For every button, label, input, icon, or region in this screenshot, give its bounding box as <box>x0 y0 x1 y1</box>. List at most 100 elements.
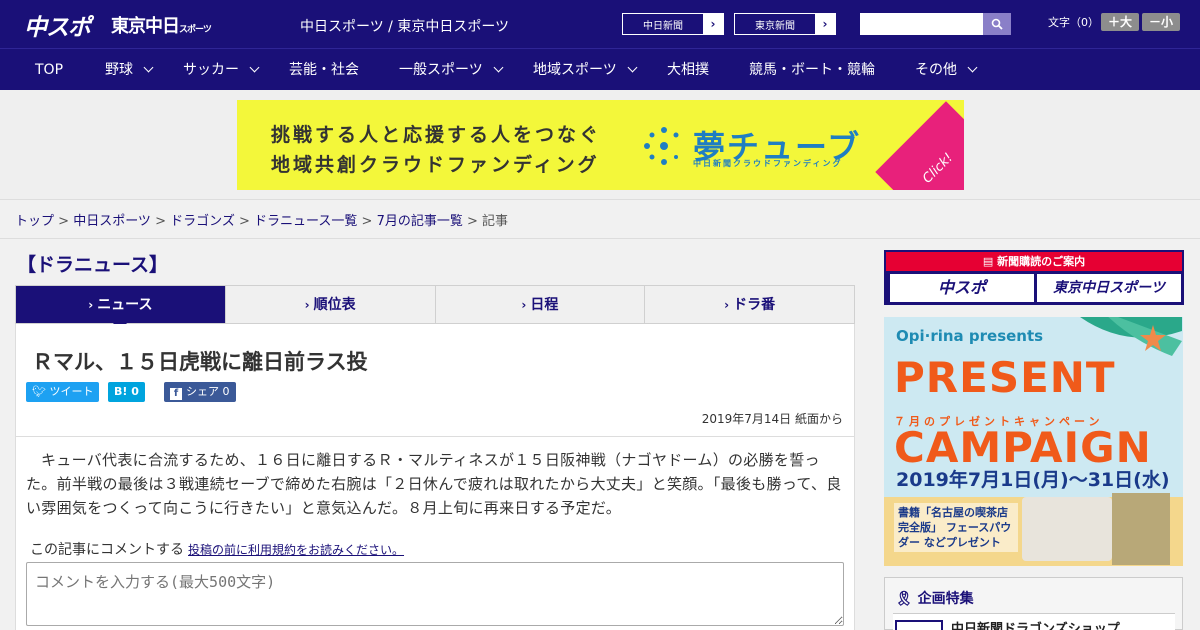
nav-label: 大相撲 <box>667 62 709 78</box>
present-campaign-ad[interactable]: Opi·rina presents PRESENT ７月のプレゼントキャンペーン… <box>884 317 1183 566</box>
tweet-button[interactable]: 🐦︎ ツイート <box>26 382 100 402</box>
chevron-right-icon: › <box>703 14 723 34</box>
tokyo-logo-small: スポーツ <box>179 25 212 35</box>
article: Ｒマル、１５日虎戦に離日前ラス投 🐦︎ ツイート B! 0 f シェア 0 201… <box>15 324 855 630</box>
special-features-box: 🎗︎ 企画特集 中日新聞ドラゴンズショップ <box>884 577 1183 630</box>
nav-other[interactable]: その他 <box>915 49 978 91</box>
chevron-down-icon <box>143 62 154 73</box>
tab-standings[interactable]: › 順位表 <box>224 286 435 323</box>
nav-label: 競馬・ボート・競輪 <box>749 62 875 78</box>
subscribe-chuspo-button[interactable]: 中スポ <box>890 274 1034 302</box>
nav-label: TOP <box>35 62 64 78</box>
article-date: 2019年7月14日 紙面から <box>701 412 843 426</box>
special-item[interactable]: 中日新聞ドラゴンズショップ <box>893 613 1175 630</box>
chevron-down-icon <box>493 62 504 73</box>
promo-gift: 書籍「名古屋の喫茶店 完全版」 フェースパウダー などプレゼント <box>894 503 1018 552</box>
special-item-label: 中日新聞ドラゴンズショップ <box>951 622 1120 630</box>
breadcrumb-top[interactable]: トップ <box>15 214 54 229</box>
paper-button-label: 東京新聞 <box>755 20 795 32</box>
subscribe-header-label: 新聞購読のご案内 <box>997 255 1086 268</box>
tab-label: 日程 <box>530 297 559 313</box>
tab-schedule[interactable]: › 日程 <box>434 286 645 323</box>
section-title: 【ドラニュース】 <box>17 254 169 276</box>
site-name[interactable]: 中日スポーツ / 東京中日スポーツ <box>300 16 509 36</box>
special-header: 🎗︎ 企画特集 <box>895 588 974 608</box>
chuspo-logo[interactable]: 中スポ <box>24 8 91 42</box>
terms-link[interactable]: 投稿の前に利用規約をお読みください。 <box>188 543 404 557</box>
tab-reporter[interactable]: › ドラ番 <box>644 286 854 323</box>
chevron-down-icon <box>967 62 978 73</box>
chevron-down-icon <box>249 62 260 73</box>
breadcrumb-july-list[interactable]: 7月の記事一覧 <box>377 214 463 229</box>
comment-label: この記事にコメントする <box>30 542 184 558</box>
special-header-label: 企画特集 <box>917 591 974 607</box>
crowdfunding-banner[interactable]: 挑戦する人と応援する人をつなぐ 地域共創クラウドファンディング 夢チューブ 中日… <box>237 100 964 190</box>
chevron-right-icon: › <box>815 14 835 34</box>
ad-zone: 挑戦する人と応援する人をつなぐ 地域共創クラウドファンディング 夢チューブ 中日… <box>0 90 1200 200</box>
nav-label: サッカー <box>183 62 239 78</box>
tab-news[interactable]: › ニュース <box>16 286 225 331</box>
nav-top[interactable]: TOP <box>35 49 63 91</box>
subscribe-tokyo-button[interactable]: 東京中日スポーツ <box>1037 274 1181 302</box>
breadcrumb-chunichi-sports[interactable]: 中日スポーツ <box>73 214 151 229</box>
breadcrumb-news-list[interactable]: ドラニュース一覧 <box>254 214 357 229</box>
nav-label: 一般スポーツ <box>399 62 483 78</box>
nav-soccer[interactable]: サッカー <box>183 49 260 91</box>
chunichi-paper-button[interactable]: 中日新聞 › <box>622 13 724 35</box>
click-corner <box>875 101 964 190</box>
tokyo-paper-button[interactable]: 東京新聞 › <box>734 13 836 35</box>
search-button[interactable] <box>983 13 1011 35</box>
shop-thumbnail <box>895 620 943 630</box>
main-nav: TOP 野球 サッカー 芸能・社会 一般スポーツ 地域スポーツ 大相撲 競馬・ボ… <box>0 48 1200 90</box>
search-icon <box>991 18 1003 30</box>
subscribe-header: ▤ 新聞購読のご案内 <box>886 252 1182 271</box>
newspaper-icon: ▤ <box>982 255 998 268</box>
book-image <box>1112 493 1170 565</box>
chevron-right-icon: › <box>724 298 730 312</box>
nav-label: 地域スポーツ <box>533 62 617 78</box>
facebook-share-button[interactable]: f シェア 0 <box>164 382 236 402</box>
chevron-down-icon <box>627 62 638 73</box>
dots-logo-icon <box>644 127 679 165</box>
font-smaller-button[interactable]: －小 <box>1142 13 1180 31</box>
nav-label: その他 <box>915 62 957 78</box>
subscription-box: ▤ 新聞購読のご案内 中スポ 東京中日スポーツ <box>884 250 1184 305</box>
top-header: 中スポ 東京中日スポーツ 中日スポーツ / 東京中日スポーツ 中日新聞 › 東京新… <box>0 0 1200 48</box>
nav-entertainment[interactable]: 芸能・社会 <box>289 49 359 91</box>
breadcrumb-dragons[interactable]: ドラゴンズ <box>170 214 235 229</box>
article-body: キューバ代表に合流するため、１６日に離日するＲ・マルティネスが１５日阪神戦（ナゴ… <box>26 451 842 517</box>
comment-section-label: この記事にコメントする 投稿の前に利用規約をお読みください。 <box>30 539 404 559</box>
tab-label: ドラ番 <box>733 297 776 313</box>
nav-general-sports[interactable]: 一般スポーツ <box>399 49 504 91</box>
breadcrumb: トップ > 中日スポーツ > ドラゴンズ > ドラニュース一覧 > 7月の記事一… <box>15 214 509 229</box>
banner-line2: 地域共創クラウドファンディング <box>271 154 600 176</box>
banner-line1: 挑戦する人と応援する人をつなぐ <box>271 124 602 146</box>
share-label: シェア 0 <box>186 385 230 398</box>
promo-date: 2019年7月1日(月)〜31日(水) <box>896 469 1170 491</box>
paper-button-label: 中日新聞 <box>643 20 683 32</box>
search-input[interactable] <box>860 13 983 35</box>
twitter-icon: 🐦︎ <box>32 385 50 398</box>
article-headline: Ｒマル、１５日虎戦に離日前ラス投 <box>32 350 368 374</box>
nav-label: 芸能・社会 <box>289 62 359 78</box>
nav-baseball[interactable]: 野球 <box>105 49 154 91</box>
nav-racing[interactable]: 競馬・ボート・競輪 <box>749 49 875 91</box>
section-tabs: › ニュース › 順位表 › 日程 › ドラ番 <box>15 285 855 331</box>
chevron-right-icon: › <box>304 298 310 312</box>
tweet-label: ツイート <box>49 385 94 398</box>
tokyo-chunichi-logo[interactable]: 東京中日スポーツ <box>111 12 212 38</box>
hatena-button[interactable]: B! 0 <box>108 382 145 402</box>
starfish-icon <box>1140 325 1166 351</box>
breadcrumb-current: 記事 <box>482 214 509 229</box>
facebook-icon: f <box>170 388 182 400</box>
divider <box>0 238 1200 239</box>
ribbon-icon: 🎗︎ <box>895 591 918 607</box>
promo-brand: Opi·rina presents <box>896 327 1044 345</box>
nav-local-sports[interactable]: 地域スポーツ <box>533 49 638 91</box>
divider <box>16 436 854 437</box>
font-larger-button[interactable]: ＋大 <box>1101 13 1139 31</box>
tokyo-logo-text: 東京中日 <box>111 16 180 37</box>
nav-sumo[interactable]: 大相撲 <box>667 49 709 91</box>
nav-label: 野球 <box>105 62 133 78</box>
comment-input[interactable] <box>26 562 844 626</box>
